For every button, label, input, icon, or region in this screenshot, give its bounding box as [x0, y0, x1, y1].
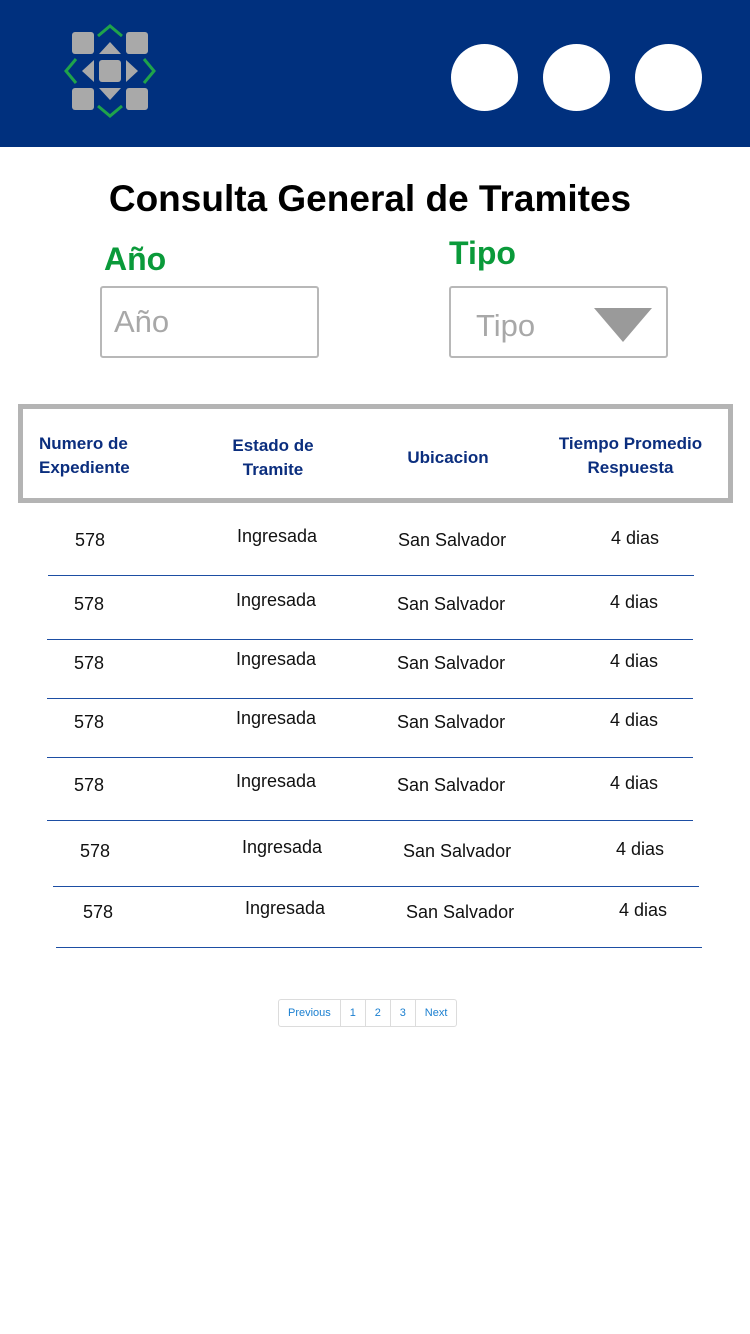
column-header-numero: Numero de Expediente [39, 434, 130, 477]
tipo-select-value: Tipo [476, 308, 536, 343]
row-divider [47, 639, 693, 640]
row-divider [48, 575, 694, 576]
cell-estado: Ingresada [242, 837, 323, 857]
table-row[interactable]: 578 Ingresada San Salvador 4 dias [0, 588, 750, 648]
row-divider [47, 757, 693, 758]
cell-ubicacion: San Salvador [397, 712, 506, 732]
cell-numero: 578 [74, 653, 105, 673]
tipo-select[interactable]: Tipo [449, 286, 668, 358]
cell-estado: Ingresada [237, 526, 318, 546]
pagination-page-3[interactable]: 3 [391, 1000, 416, 1026]
table-row[interactable]: 578 Ingresada San Salvador 4 dias [0, 896, 750, 956]
cell-estado: Ingresada [245, 898, 326, 918]
cell-numero: 578 [80, 841, 111, 861]
cell-ubicacion: San Salvador [397, 775, 506, 795]
page-title: Consulta General de Tramites [108, 178, 632, 219]
pagination-page-1[interactable]: 1 [341, 1000, 366, 1026]
anio-input[interactable] [100, 286, 319, 358]
cell-estado: Ingresada [236, 590, 317, 610]
table-row[interactable]: 578 Ingresada San Salvador 4 dias [0, 835, 750, 895]
column-header-ubicacion: Ubicacion [407, 448, 489, 467]
page: Consulta General de Tramites Año Tipo Ti… [0, 0, 750, 1334]
column-header-estado: Estado de Tramite [232, 436, 314, 479]
pagination: Previous 1 2 3 Next [278, 999, 458, 1027]
table-header: Numero de Expediente Estado de Tramite U… [18, 404, 733, 503]
cell-ubicacion: San Salvador [397, 594, 506, 614]
cell-tiempo: 4 dias [616, 839, 665, 859]
row-divider [47, 820, 693, 821]
tipo-label: Tipo [449, 235, 516, 271]
cell-tiempo: 4 dias [610, 773, 659, 793]
cell-numero: 578 [74, 775, 105, 795]
header-action-button-2[interactable] [543, 44, 610, 111]
table-row[interactable]: 578 Ingresada San Salvador 4 dias [0, 706, 750, 766]
cell-tiempo: 4 dias [610, 592, 659, 612]
cell-numero: 578 [74, 594, 105, 614]
cell-ubicacion: San Salvador [406, 902, 515, 922]
cell-numero: 578 [75, 530, 106, 550]
dropdown-arrow-icon [594, 308, 652, 342]
pagination-next[interactable]: Next [416, 1000, 457, 1026]
row-divider [47, 698, 693, 699]
cell-ubicacion: San Salvador [398, 530, 507, 550]
app-logo[interactable] [62, 22, 158, 122]
pagination-previous[interactable]: Previous [279, 1000, 341, 1026]
table-row[interactable]: 578 Ingresada San Salvador 4 dias [0, 647, 750, 707]
table-row[interactable]: 578 Ingresada San Salvador 4 dias [0, 524, 750, 584]
cell-estado: Ingresada [236, 708, 317, 728]
cell-tiempo: 4 dias [611, 528, 660, 548]
cell-estado: Ingresada [236, 649, 317, 669]
cell-ubicacion: San Salvador [403, 841, 512, 861]
cell-tiempo: 4 dias [610, 651, 659, 671]
anio-label: Año [104, 241, 167, 277]
app-header [0, 0, 750, 147]
cell-numero: 578 [83, 902, 114, 922]
cell-numero: 578 [74, 712, 105, 732]
row-divider [53, 886, 699, 887]
header-action-button-1[interactable] [451, 44, 518, 111]
column-header-tiempo: Tiempo Promedio Respuesta [558, 434, 703, 477]
cell-tiempo: 4 dias [619, 900, 668, 920]
cell-estado: Ingresada [236, 771, 317, 791]
row-divider [56, 947, 702, 948]
cell-ubicacion: San Salvador [397, 653, 506, 673]
table-row[interactable]: 578 Ingresada San Salvador 4 dias [0, 769, 750, 829]
header-action-button-3[interactable] [635, 44, 702, 111]
cell-tiempo: 4 dias [610, 710, 659, 730]
pagination-page-2[interactable]: 2 [366, 1000, 391, 1026]
